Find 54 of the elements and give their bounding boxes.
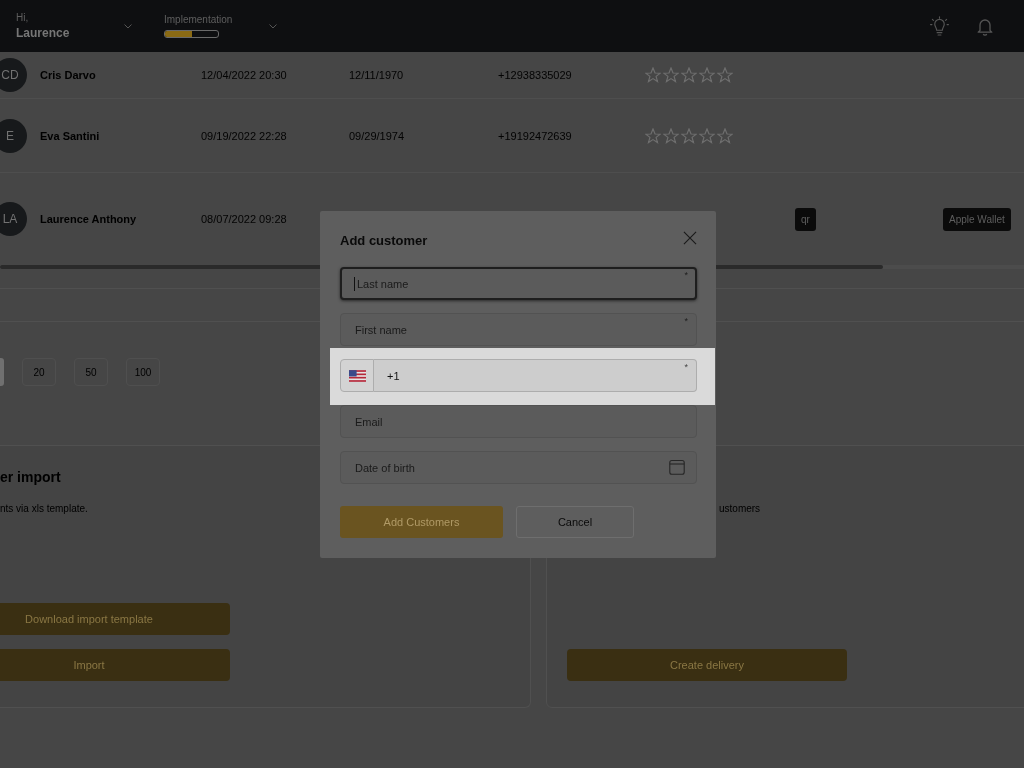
card-description: nts via xls template. (0, 503, 88, 515)
created-date: 08/07/2022 09:28 (201, 213, 287, 225)
star-icon (645, 127, 661, 144)
add-customers-button[interactable]: Add Customers (340, 506, 503, 538)
star-icon (681, 127, 697, 144)
avatar: E (0, 118, 27, 153)
page-size-button[interactable]: 20 (22, 358, 56, 386)
required-mark: * (684, 363, 688, 372)
input-field[interactable]: Email (340, 405, 697, 438)
calendar-icon[interactable] (669, 459, 685, 475)
star-icon (681, 67, 697, 83)
cancel-button[interactable]: Cancel (516, 506, 634, 538)
card-description: ustomers (719, 503, 761, 515)
created-date: 12/04/2022 20:30 (201, 69, 287, 81)
wallet-badge[interactable]: Apple Wallet (943, 207, 1011, 231)
action-button[interactable]: Import (0, 649, 230, 681)
dialog-title: Add customer (340, 232, 428, 248)
avatar: CD (0, 58, 27, 92)
birth-date: 12/11/1970 (349, 69, 404, 81)
chevron-down-icon[interactable] (124, 23, 132, 29)
text-cursor (354, 277, 355, 291)
created-date: 09/19/2022 22:28 (201, 129, 287, 142)
star-icon (699, 67, 715, 83)
date-input[interactable]: Date of birth (340, 451, 697, 484)
qr-badge[interactable]: qr (795, 207, 816, 231)
customer-name: Cris Darvo (40, 69, 96, 81)
star-icon (717, 127, 733, 144)
action-button[interactable]: Create delivery (567, 649, 847, 681)
chevron-down-icon[interactable] (269, 23, 277, 29)
star-icon (645, 67, 661, 83)
star-icon (663, 127, 679, 144)
user-name: Laurence (16, 26, 70, 40)
star-icon (699, 127, 715, 144)
phone-number: +19192472639 (498, 129, 572, 142)
avatar: LA (0, 202, 27, 236)
action-button[interactable]: Download import template (0, 603, 230, 635)
bell-icon[interactable] (977, 16, 993, 36)
page-size-button[interactable]: 100 (126, 358, 160, 386)
phone-number: +12938335029 (498, 69, 572, 81)
customer-name: Eva Santini (40, 129, 100, 142)
lightbulb-icon[interactable] (930, 15, 949, 37)
birth-date: 09/29/1974 (349, 129, 405, 142)
page-size-button[interactable]: 50 (74, 358, 108, 386)
customer-name: Laurence Anthony (40, 213, 137, 225)
required-mark: * (684, 317, 688, 326)
implementation-label: Implementation (164, 14, 233, 25)
close-icon[interactable] (683, 230, 697, 245)
card-title: er import (0, 468, 61, 486)
star-icon (663, 67, 679, 83)
greeting-text: Hi, (16, 12, 29, 23)
star-icon (717, 67, 733, 83)
flag-icon (348, 369, 366, 382)
required-mark: * (684, 271, 688, 280)
country-select-button[interactable] (340, 359, 374, 392)
